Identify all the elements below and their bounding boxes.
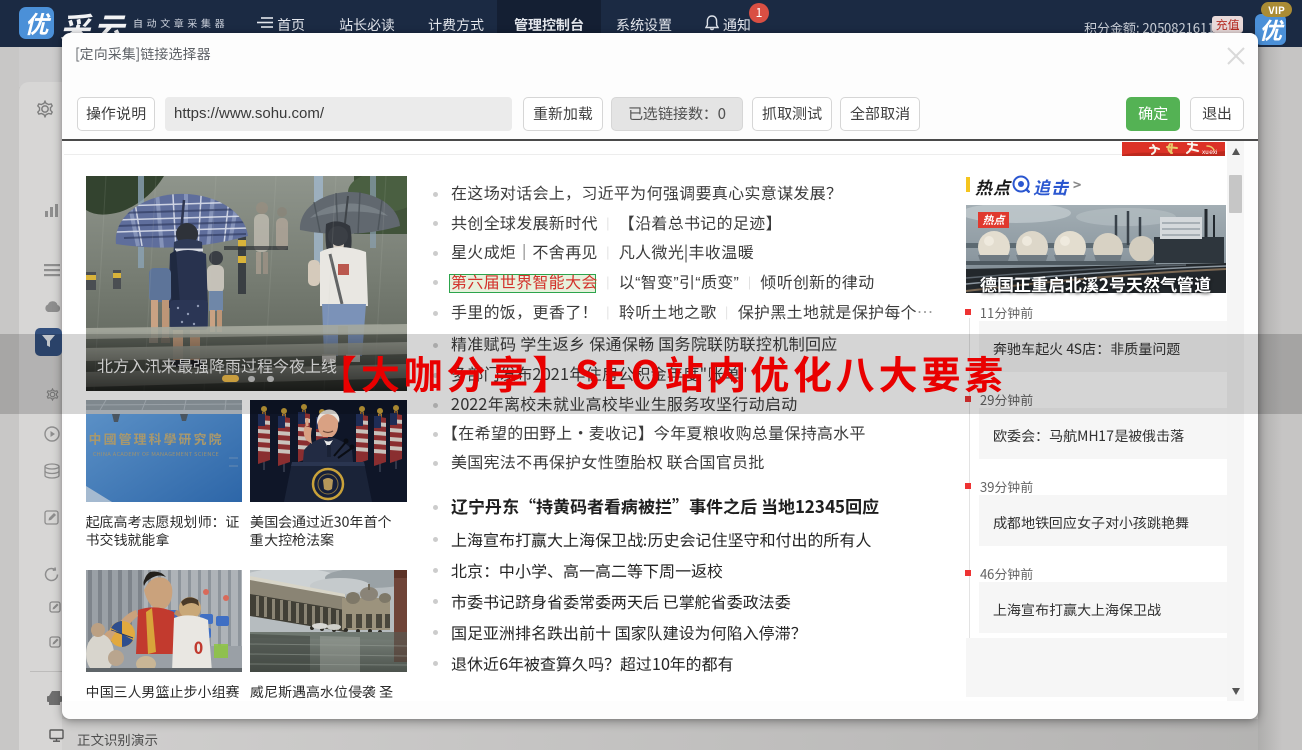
svg-text:CHINA ACADEMY OF MANAGEMENT SC: CHINA ACADEMY OF MANAGEMENT SCIENCE [92,450,219,458]
svg-text:0: 0 [194,635,203,659]
svg-text:xuexi: xuexi [1202,146,1218,156]
svg-text:中國管理科學研究院: 中國管理科學研究院 [88,429,223,448]
